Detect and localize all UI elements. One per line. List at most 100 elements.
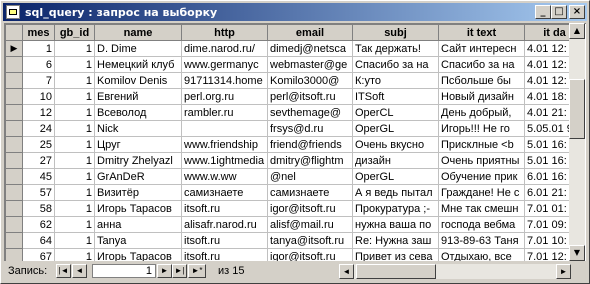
cell-subj[interactable]: А я ведь пытал	[352, 184, 439, 201]
cell-email[interactable]: Komilo3000@	[267, 72, 353, 89]
cell-gb-id[interactable]: 1	[54, 232, 95, 249]
cell-email[interactable]: самизнаете	[267, 184, 353, 201]
cell-name[interactable]: Цруг	[94, 136, 182, 153]
table-row[interactable]: ▶ 1 1 D. Dime dime.narod.ru/dimedj@netsca Так…	[5, 40, 585, 57]
cell-gb-id[interactable]: 1	[54, 136, 95, 153]
cell-mes[interactable]: 57	[22, 184, 55, 201]
cell-gb-id[interactable]: 1	[54, 72, 95, 89]
cell-http[interactable]: www.1ightmedia	[181, 152, 268, 169]
cell-http[interactable]: www.germanyc	[181, 56, 268, 73]
row-selector[interactable]	[5, 152, 23, 169]
vertical-scroll-thumb[interactable]	[569, 79, 585, 139]
cell-http[interactable]: dime.narod.ru/	[181, 40, 268, 57]
cell-mes[interactable]: 64	[22, 232, 55, 249]
cell-email[interactable]: igor@itsoft.ru	[267, 200, 353, 217]
table-row[interactable]: 10 1 Евгений perl.org.ru perl@itsoft.ru ITSof…	[5, 88, 585, 105]
cell-mes[interactable]: 10	[22, 88, 55, 105]
cell-name[interactable]: D. Dime	[94, 40, 182, 57]
cell-subj[interactable]: Привет из сева	[352, 248, 439, 261]
cell-name[interactable]: Nick	[94, 120, 182, 137]
close-button[interactable]: ×	[569, 5, 585, 19]
minimize-button[interactable]: _	[535, 5, 551, 19]
cell-http[interactable]: 91711314.home	[181, 72, 268, 89]
cell-email[interactable]: igor@itsoft.ru	[267, 248, 353, 261]
scroll-left-button[interactable]: ◄	[339, 264, 354, 279]
table-row[interactable]: 6 1 Немецкий клуб www.germanyc webmaster@ge С…	[5, 56, 585, 73]
table-row[interactable]: 24 1 Nick frsys@d.ru OperGL Игорь!!! Не го 5.0…	[5, 120, 585, 137]
cell-it-text[interactable]: Отдыхаю, все	[438, 248, 525, 261]
cell-http[interactable]: www.friendship	[181, 136, 268, 153]
cell-it-text[interactable]: Игорь!!! Не го	[438, 120, 525, 137]
cell-it-text[interactable]: господа вебма	[438, 216, 525, 233]
table-row[interactable]: 57 1 Визитёр самизнаете самизнаете А я ведь п…	[5, 184, 585, 201]
cell-name[interactable]: Немецкий клуб	[94, 56, 182, 73]
column-header-http[interactable]: http	[181, 24, 268, 41]
column-header-email[interactable]: email	[267, 24, 353, 41]
row-selector[interactable]	[5, 248, 23, 261]
cell-http[interactable]: alisafr.narod.ru	[181, 216, 268, 233]
cell-it-text[interactable]: Граждане! Не с	[438, 184, 525, 201]
table-row[interactable]: 58 1 Игорь Тарасов itsoft.ru igor@itsoft.ru П…	[5, 200, 585, 217]
cell-email[interactable]: @nel	[267, 168, 353, 185]
cell-it-text[interactable]: Обучение прик	[438, 168, 525, 185]
cell-http[interactable]: perl.org.ru	[181, 88, 268, 105]
table-row[interactable]: 67 1 Игорь Тарасов itsoft.ru igor@itsoft.ru П…	[5, 248, 585, 261]
cell-gb-id[interactable]: 1	[54, 200, 95, 217]
cell-subj[interactable]: Так держать!	[352, 40, 439, 57]
cell-subj[interactable]: ITSoft	[352, 88, 439, 105]
cell-http[interactable]: itsoft.ru	[181, 200, 268, 217]
table-row[interactable]: 64 1 Tanya itsoft.ru tanya@itsoft.ru Re: Нужн…	[5, 232, 585, 249]
cell-mes[interactable]: 24	[22, 120, 55, 137]
cell-email[interactable]: webmaster@ge	[267, 56, 353, 73]
cell-gb-id[interactable]: 1	[54, 152, 95, 169]
cell-http[interactable]: rambler.ru	[181, 104, 268, 121]
cell-http[interactable]: www.w.ww	[181, 168, 268, 185]
table-row[interactable]: 62 1 анна alisafr.narod.ru alisf@mail.ru нужн…	[5, 216, 585, 233]
row-selector[interactable]	[5, 72, 23, 89]
cell-name[interactable]: Всеволод	[94, 104, 182, 121]
row-selector[interactable]	[5, 200, 23, 217]
cell-subj[interactable]: Re: Нужна заш	[352, 232, 439, 249]
cell-gb-id[interactable]: 1	[54, 216, 95, 233]
cell-it-text[interactable]: Мне так смешн	[438, 200, 525, 217]
column-header-it-text[interactable]: it text	[438, 24, 525, 41]
first-record-button[interactable]: |◄	[56, 264, 71, 278]
scroll-down-button[interactable]: ▼	[569, 245, 585, 261]
cell-email[interactable]: perl@itsoft.ru	[267, 88, 353, 105]
last-record-button[interactable]: ►|	[172, 264, 187, 278]
cell-mes[interactable]: 25	[22, 136, 55, 153]
cell-mes[interactable]: 45	[22, 168, 55, 185]
cell-mes[interactable]: 6	[22, 56, 55, 73]
cell-subj[interactable]: Спасибо за на	[352, 56, 439, 73]
cell-gb-id[interactable]: 1	[54, 88, 95, 105]
title-bar[interactable]: sql_query : запрос на выборку _ □ ×	[3, 3, 587, 21]
row-selector[interactable]	[5, 56, 23, 73]
current-record-indicator[interactable]: ▶	[5, 40, 23, 57]
table-row[interactable]: 45 1 GrAnDeR www.w.ww @nel OperGL Обучение при…	[5, 168, 585, 185]
cell-email[interactable]: alisf@mail.ru	[267, 216, 353, 233]
vertical-scrollbar[interactable]: ▲ ▼	[569, 23, 585, 261]
column-header-subj[interactable]: subj	[352, 24, 439, 41]
cell-subj[interactable]: Прокуратура ;-	[352, 200, 439, 217]
cell-email[interactable]: frsys@d.ru	[267, 120, 353, 137]
cell-it-text[interactable]: Спасибо за на	[438, 56, 525, 73]
cell-name[interactable]: GrAnDeR	[94, 168, 182, 185]
cell-name[interactable]: Komilov Denis	[94, 72, 182, 89]
cell-it-text[interactable]: Новый дизайн	[438, 88, 525, 105]
cell-subj[interactable]: OperGL	[352, 120, 439, 137]
table-row[interactable]: 7 1 Komilov Denis 91711314.home Komilo3000@ К…	[5, 72, 585, 89]
scroll-right-button[interactable]: ►	[556, 264, 571, 279]
cell-it-text[interactable]: Очень приятны	[438, 152, 525, 169]
cell-subj[interactable]: Очень вкусно	[352, 136, 439, 153]
cell-name[interactable]: Dmitry Zhelyazl	[94, 152, 182, 169]
cell-gb-id[interactable]: 1	[54, 184, 95, 201]
cell-mes[interactable]: 62	[22, 216, 55, 233]
cell-mes[interactable]: 27	[22, 152, 55, 169]
cell-subj[interactable]: дизайн	[352, 152, 439, 169]
record-number-input[interactable]: 1	[92, 264, 156, 278]
cell-mes[interactable]: 58	[22, 200, 55, 217]
row-selector[interactable]	[5, 232, 23, 249]
cell-name[interactable]: Tanya	[94, 232, 182, 249]
cell-email[interactable]: dmitry@flightm	[267, 152, 353, 169]
table-row[interactable]: 25 1 Цруг www.friendship friend@friends Очень…	[5, 136, 585, 153]
